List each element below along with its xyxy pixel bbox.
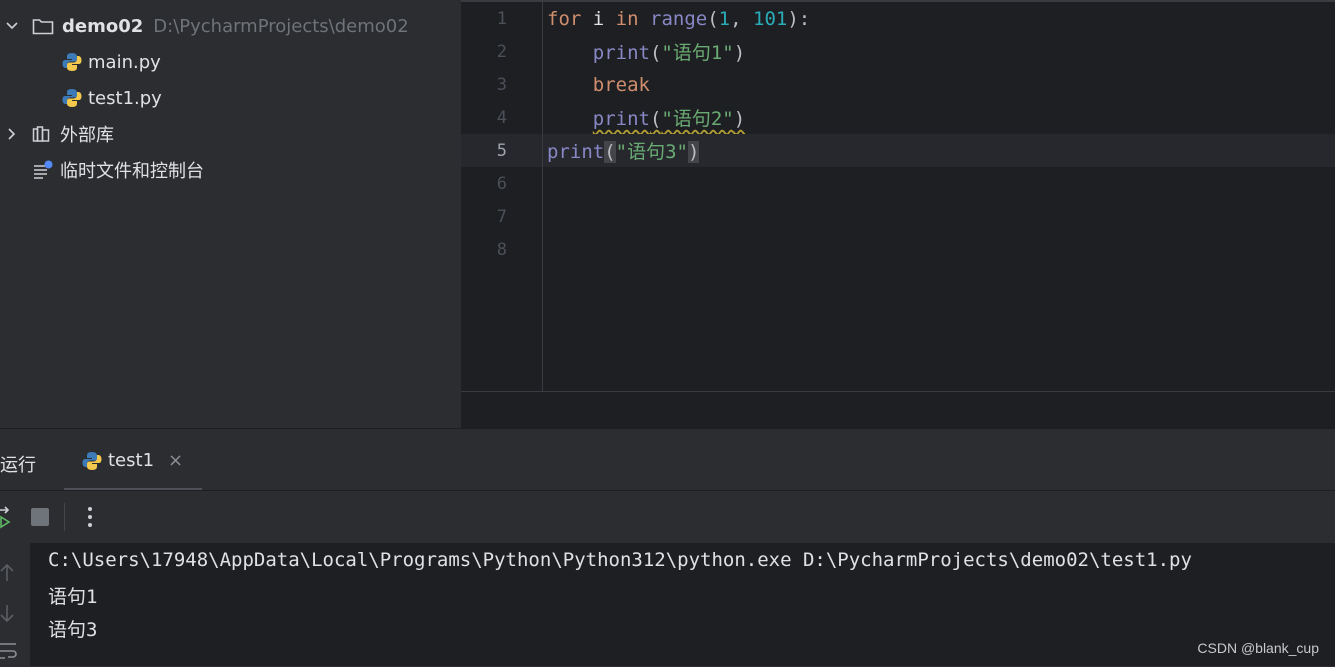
soft-wrap-icon[interactable] <box>0 641 18 667</box>
chevron-down-icon[interactable] <box>0 19 24 33</box>
tree-external-libraries[interactable]: 外部库 <box>0 116 114 152</box>
line-number: 8 <box>496 239 507 260</box>
watermark: CSDN @blank_cup <box>1197 640 1319 656</box>
close-icon[interactable]: × <box>168 450 183 471</box>
gutter-divider <box>542 0 543 392</box>
toolbar-separator <box>64 503 65 531</box>
python-file-icon <box>62 52 82 72</box>
chevron-right-icon[interactable] <box>0 127 24 141</box>
line-number: 2 <box>496 41 507 62</box>
code-line-4[interactable]: 4 print("语句2") <box>461 101 1335 134</box>
scratches-icon <box>32 160 54 180</box>
run-panel-title: 运行 <box>0 455 36 476</box>
editor-status-area <box>461 392 1335 428</box>
stop-icon[interactable] <box>31 508 49 530</box>
run-tab-test1[interactable]: test1 × <box>64 429 202 491</box>
arrow-up-icon[interactable] <box>0 563 14 587</box>
code-line-8[interactable]: 8 <box>461 233 1335 266</box>
line-number: 6 <box>496 173 507 194</box>
console-command-line: C:\Users\17948\AppData\Local\Programs\Py… <box>48 549 1192 571</box>
run-console[interactable]: C:\Users\17948\AppData\Local\Programs\Py… <box>0 543 1335 666</box>
code-line-1[interactable]: 1 for i in range(1, 101): <box>461 2 1335 35</box>
line-number: 4 <box>496 107 507 128</box>
code-line-5[interactable]: 5 print("语句3") <box>461 134 1335 167</box>
code-line-2[interactable]: 2 print("语句1") <box>461 35 1335 68</box>
console-side-toolbar <box>0 543 30 666</box>
tree-file-test1[interactable]: test1.py <box>62 80 162 116</box>
code-text: print("语句1") <box>592 42 746 64</box>
run-panel-header: 运行 test1 × <box>0 428 1335 491</box>
project-tree: demo02 D:\PycharmProjects\demo02 main.py… <box>0 0 460 428</box>
code-line-6[interactable]: 6 <box>461 167 1335 200</box>
scratches-label: 临时文件和控制台 <box>60 161 204 182</box>
code-text: break <box>592 73 650 96</box>
console-output-line: 语句3 <box>48 619 98 641</box>
root-folder-path: D:\PycharmProjects\demo02 <box>153 15 409 37</box>
file-name: main.py <box>88 51 161 73</box>
tree-file-main[interactable]: main.py <box>62 44 161 80</box>
root-folder-name: demo02 <box>62 15 144 37</box>
console-output-line: 语句1 <box>48 586 98 608</box>
run-tab-label: test1 <box>108 450 155 471</box>
line-number: 3 <box>496 74 507 95</box>
more-options-icon[interactable] <box>86 505 94 533</box>
tree-root-demo02[interactable]: demo02 D:\PycharmProjects\demo02 <box>0 8 409 44</box>
code-text: print("语句2") <box>592 108 746 130</box>
code-editor[interactable]: 1 for i in range(1, 101): 2 print("语句1")… <box>461 0 1335 428</box>
folder-icon <box>32 17 54 35</box>
code-line-3[interactable]: 3 break <box>461 68 1335 101</box>
external-libraries-label: 外部库 <box>60 125 114 146</box>
line-number: 5 <box>496 140 507 161</box>
code-text: print("语句3") <box>547 141 700 163</box>
rerun-icon[interactable] <box>0 506 14 534</box>
python-file-icon <box>62 88 82 108</box>
python-file-icon <box>82 451 102 471</box>
library-icon <box>32 125 52 143</box>
run-toolbar <box>0 490 1335 543</box>
file-name: test1.py <box>88 87 162 109</box>
code-text: for i in range(1, 101): <box>547 7 811 30</box>
line-number: 1 <box>496 8 507 29</box>
tree-scratches-consoles[interactable]: 临时文件和控制台 <box>0 152 204 188</box>
code-line-7[interactable]: 7 <box>461 200 1335 233</box>
line-number: 7 <box>496 206 507 227</box>
arrow-down-icon[interactable] <box>0 603 14 627</box>
